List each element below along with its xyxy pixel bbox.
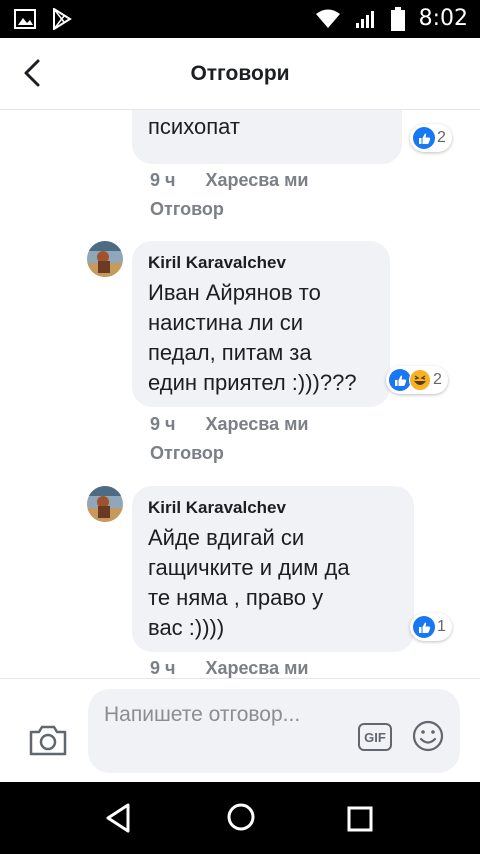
comment-bubble[interactable]: Kiril Karavalchev Иван Айрянов то наисти… <box>132 241 390 407</box>
like-link[interactable]: Харесва ми <box>205 170 308 190</box>
nav-back-icon[interactable] <box>104 802 136 834</box>
reaction-summary[interactable]: 1 <box>410 613 452 641</box>
system-nav-bar <box>0 782 480 854</box>
comment-author[interactable]: Kiril Karavalchev <box>148 253 374 273</box>
like-link[interactable]: Харесва ми <box>205 414 308 434</box>
nav-home-icon[interactable] <box>226 802 256 832</box>
emoji-icon[interactable] <box>412 720 444 752</box>
reaction-count: 2 <box>437 129 446 146</box>
reply-composer: GIF <box>0 678 480 782</box>
wifi-icon <box>315 9 340 28</box>
reply-link[interactable]: Отговор <box>150 443 224 463</box>
comment-bubble[interactable]: Kiril Karavalchev Айде вдигай си гащички… <box>132 486 414 652</box>
comment-time: 9 ч <box>150 414 176 434</box>
comments-list: Иван Айрянов ти си психопат 2 9 ч Харесва… <box>0 110 480 678</box>
comment-bubble[interactable]: Иван Айрянов ти си психопат <box>132 110 402 164</box>
like-reaction-icon <box>413 127 435 149</box>
battery-icon <box>390 6 405 31</box>
clock: 8:02 <box>418 6 468 31</box>
reply-link[interactable]: Отговор <box>150 199 224 219</box>
avatar[interactable] <box>87 486 123 522</box>
camera-icon[interactable] <box>28 723 68 757</box>
like-link[interactable]: Харесва ми <box>205 658 308 678</box>
comment-text: Айде вдигай си гащичките и дим да те ням… <box>148 525 350 640</box>
avatar[interactable] <box>87 241 123 277</box>
app-screen: Отговори Иван Айрянов ти си психопат 2 9… <box>0 38 480 782</box>
comment-actions: 9 ч Харесва ми <box>150 414 309 435</box>
comment-text: Иван Айрянов ти си психопат <box>148 114 240 139</box>
signal-icon <box>355 10 374 28</box>
like-reaction-icon <box>413 616 435 638</box>
comment-author[interactable]: Kiril Karavalchev <box>148 498 398 518</box>
reaction-summary[interactable]: 2 <box>386 366 448 394</box>
comment-time: 9 ч <box>150 658 176 678</box>
status-bar: 8:02 <box>0 0 480 38</box>
comment-actions: 9 ч Харесва ми <box>150 658 309 678</box>
comment-time: 9 ч <box>150 170 176 190</box>
reply-input-box: GIF <box>88 689 460 773</box>
image-icon <box>14 9 36 29</box>
play-store-icon <box>53 8 72 30</box>
reaction-count: 1 <box>437 618 446 635</box>
haha-reaction-icon <box>409 369 431 391</box>
top-bar: Отговори <box>0 38 480 110</box>
reply-row: Отговор <box>150 199 224 220</box>
page-title: Отговори <box>190 62 290 85</box>
comment-actions: 9 ч Харесва ми <box>150 170 309 191</box>
nav-recents-icon[interactable] <box>347 806 373 832</box>
reply-row: Отговор <box>150 443 224 464</box>
reply-input[interactable] <box>104 701 344 763</box>
like-reaction-icon <box>389 369 411 391</box>
gif-button[interactable]: GIF <box>358 723 392 751</box>
reaction-count: 2 <box>433 371 442 388</box>
reaction-summary[interactable]: 2 <box>410 124 452 152</box>
comment-text: Иван Айрянов то наистина ли си педал, пи… <box>148 280 357 395</box>
